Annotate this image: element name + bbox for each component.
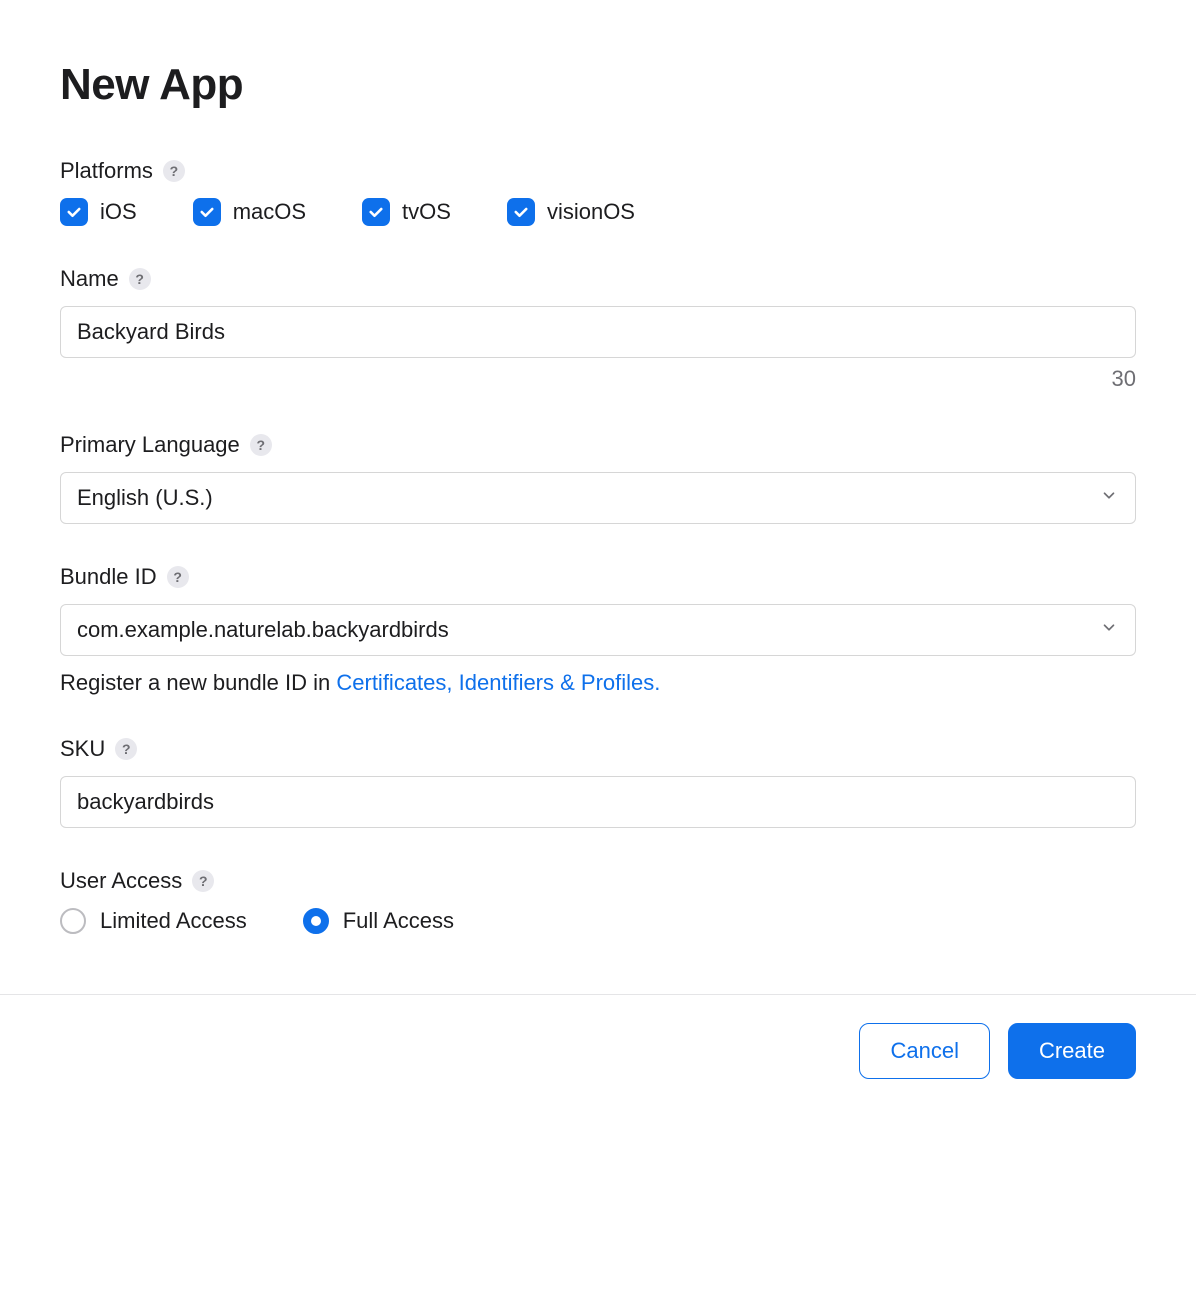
sku-section: SKU ? (60, 736, 1136, 828)
checkmark-icon (193, 198, 221, 226)
bundle-id-label: Bundle ID (60, 564, 157, 590)
platform-label: tvOS (402, 199, 451, 225)
user-access-section: User Access ? Limited Access Full Access (60, 868, 1136, 934)
cancel-button[interactable]: Cancel (859, 1023, 989, 1079)
user-access-radio-limited[interactable]: Limited Access (60, 908, 247, 934)
platforms-section: Platforms ? iOS macOS tvOS (60, 158, 1136, 226)
primary-language-value: English (U.S.) (77, 485, 213, 511)
primary-language-select[interactable]: English (U.S.) (60, 472, 1136, 524)
user-access-radio-full[interactable]: Full Access (303, 908, 454, 934)
help-icon[interactable]: ? (129, 268, 151, 290)
user-access-options: Limited Access Full Access (60, 908, 1136, 934)
dialog-footer: Cancel Create (0, 994, 1196, 1119)
sku-label: SKU (60, 736, 105, 762)
platforms-label: Platforms (60, 158, 153, 184)
platform-checkbox-ios[interactable]: iOS (60, 198, 137, 226)
platform-label: macOS (233, 199, 306, 225)
primary-language-section: Primary Language ? English (U.S.) (60, 432, 1136, 524)
help-icon[interactable]: ? (115, 738, 137, 760)
platform-label: visionOS (547, 199, 635, 225)
help-icon[interactable]: ? (163, 160, 185, 182)
help-icon[interactable]: ? (250, 434, 272, 456)
user-access-label: User Access (60, 868, 182, 894)
checkmark-icon (362, 198, 390, 226)
certificates-link[interactable]: Certificates, Identifiers & Profiles. (336, 670, 660, 695)
radio-label: Limited Access (100, 908, 247, 934)
bundle-id-select[interactable]: com.example.naturelab.backyardbirds (60, 604, 1136, 656)
radio-label: Full Access (343, 908, 454, 934)
primary-language-label: Primary Language (60, 432, 240, 458)
platform-label: iOS (100, 199, 137, 225)
bundle-id-section: Bundle ID ? com.example.naturelab.backya… (60, 564, 1136, 696)
name-input[interactable] (60, 306, 1136, 358)
bundle-id-helper-prefix: Register a new bundle ID in (60, 670, 336, 695)
checkmark-icon (60, 198, 88, 226)
help-icon[interactable]: ? (167, 566, 189, 588)
name-counter: 30 (60, 366, 1136, 392)
help-icon[interactable]: ? (192, 870, 214, 892)
radio-icon (60, 908, 86, 934)
bundle-id-value: com.example.naturelab.backyardbirds (77, 617, 449, 643)
platforms-options: iOS macOS tvOS visionOS (60, 198, 1136, 226)
bundle-id-helper: Register a new bundle ID in Certificates… (60, 670, 1136, 696)
create-button[interactable]: Create (1008, 1023, 1136, 1079)
radio-icon (303, 908, 329, 934)
platform-checkbox-visionos[interactable]: visionOS (507, 198, 635, 226)
name-section: Name ? 30 (60, 266, 1136, 392)
platform-checkbox-macos[interactable]: macOS (193, 198, 306, 226)
platform-checkbox-tvos[interactable]: tvOS (362, 198, 451, 226)
sku-input[interactable] (60, 776, 1136, 828)
page-title: New App (60, 60, 1136, 110)
checkmark-icon (507, 198, 535, 226)
name-label: Name (60, 266, 119, 292)
